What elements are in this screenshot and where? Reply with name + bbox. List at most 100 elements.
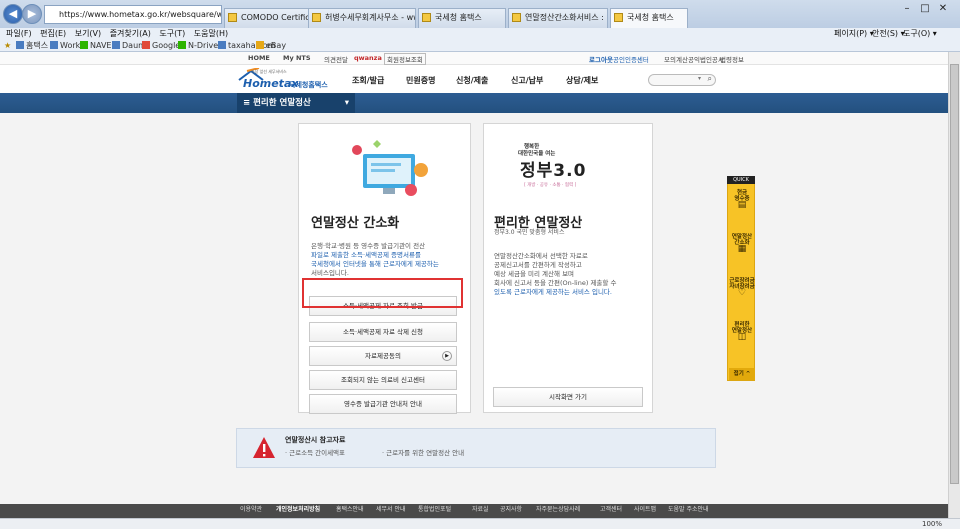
quick-menu: QUICK 현금 영수증 ▤ 연말정산 간소화 ▦ 근로장려금 자녀장려금 ♡ 편리한… (727, 176, 755, 381)
menu-file[interactable]: 파일(F) (6, 29, 32, 38)
forward-button-icon[interactable]: ▶ (22, 4, 42, 24)
browser-tab[interactable]: 국세청 홈택스 (418, 8, 506, 28)
search-icon[interactable]: ⌕ (708, 74, 712, 84)
footer-privacy[interactable]: 개인정보처리방침 (276, 504, 320, 513)
member-info-link[interactable]: 회원정보조회 (384, 53, 426, 65)
start-screen-button[interactable]: 시작화면 가기 (493, 387, 643, 407)
deduction-data-delete-button[interactable]: 소득·세액공제 자료 삭제 신청 (309, 322, 457, 342)
mynts-link[interactable]: My NTS (283, 54, 311, 62)
public-corp-link[interactable]: 공익법인공시 (688, 54, 724, 64)
back-button-icon[interactable]: ◀ (3, 4, 23, 24)
circle-arrow-icon: ▶ (442, 351, 452, 361)
safety-menu[interactable]: 안전(S) ▾ (872, 28, 905, 40)
fav-label: N-Drive (188, 41, 219, 50)
fav-ebay[interactable]: eBay (256, 40, 286, 52)
quick-convenient-yearend[interactable]: 편리한 연말정산 ◫ (729, 322, 755, 342)
menu-edit[interactable]: 편집(E) (40, 29, 66, 38)
search-input[interactable]: ▾ ⌕ (648, 74, 716, 86)
gnb-report[interactable]: 신고/납부 (511, 75, 543, 86)
card-desc-line: 서비스입니다. (311, 269, 349, 277)
gov30-tags: [ 개방 · 공유 · 소통 · 협력 ] (524, 183, 577, 188)
footer-customer-center[interactable]: 고객센터 (600, 504, 622, 513)
quick-collapse-button[interactable]: 접기 ^ (729, 368, 755, 380)
card-subtitle: 정부3.0 국민 맞춤형 서비스 (494, 229, 565, 236)
quick-yearend-simple[interactable]: 연말정산 간소화 ▦ (729, 234, 755, 254)
ref-income-tax-table-link[interactable]: · 근로소득 간이세액표 (285, 449, 345, 458)
minimize-icon[interactable]: – (900, 3, 914, 15)
footer-faq[interactable]: 자주묻는상담사례 (536, 504, 580, 513)
card-desc-line: 파일로 제출한 소득·세액공제 증명서류를 (311, 251, 421, 259)
fav-ndrive[interactable]: N-Drive (178, 40, 218, 52)
browser-statusbar: 100% (0, 518, 960, 529)
footer-corp-portal[interactable]: 통합법인포털 (418, 504, 451, 513)
close-icon[interactable]: ✕ (936, 3, 950, 15)
tab-label: 연말정산간소화서비스 : 네이... (525, 13, 607, 22)
ref-yearend-guide-link[interactable]: · 근로자를 위한 연말정산 안내 (382, 449, 464, 458)
footer-help[interactable]: 도움말 주소안내 (668, 504, 709, 513)
menu-help[interactable]: 도움말(H) (194, 29, 228, 38)
card-desc-line: 예상 세금을 미리 계산해 보며 (494, 270, 575, 278)
hometax-logo[interactable]: Hometax 가장 앞선 세무서비스 국세청홈택스 (237, 67, 329, 92)
footer-library[interactable]: 자료실 (472, 504, 489, 513)
home-link[interactable]: HOME (248, 54, 270, 62)
browser-tab[interactable]: 허병수세무회계사무소 - www.... (308, 8, 416, 28)
fav-daum[interactable]: Daum (112, 40, 146, 52)
issuer-guide-button[interactable]: 영수증 발급기관 안내처 안내 (309, 394, 457, 414)
favicon-icon (178, 41, 186, 49)
tab-favicon-icon (614, 13, 623, 22)
card-desc-line: 은행·학교·병원 등 영수증 발급기관이 전산 (311, 242, 426, 250)
address-bar[interactable]: https://www.hometax.go.kr/websquare/webs… (44, 5, 222, 24)
favorites-star-icon[interactable]: ★ (4, 40, 11, 52)
gnb-certificates[interactable]: 민원증명 (406, 75, 435, 86)
menu-view[interactable]: 보기(V) (75, 29, 101, 38)
menu-tools[interactable]: 도구(T) (159, 29, 185, 38)
convenient-yearend-card: 행복한 대한민국을 여는 정부3.0 [ 개방 · 공유 · 소통 · 협력 ]… (483, 123, 653, 413)
vertical-scrollbar[interactable] (948, 52, 960, 518)
mock-calc-link[interactable]: 모의계산 (664, 54, 688, 64)
law-info-link[interactable]: 법령정보 (720, 54, 744, 64)
favicon-icon (112, 41, 120, 49)
tab-favicon-icon (512, 13, 521, 22)
footer-sitemap[interactable]: 사이트맵 (634, 504, 656, 513)
maximize-icon[interactable]: □ (918, 3, 932, 15)
fav-google[interactable]: Google (142, 40, 180, 52)
gnb-apply[interactable]: 신청/제출 (456, 75, 488, 86)
browser-chrome: ◀ ▶ https://www.hometax.go.kr/websquare/… (0, 0, 960, 52)
card-title: 연말정산 간소화 (311, 216, 400, 231)
page-menu[interactable]: 페이지(P) ▾ (834, 28, 874, 40)
hometax-page: HOME My NTS 의견전달 qwanza 회원정보조회 로그아웃 공인인증… (0, 52, 948, 529)
favicon-icon (16, 41, 24, 49)
tools-menu[interactable]: 도구(O) ▾ (903, 28, 937, 40)
english-link[interactable]: qwanza (354, 54, 382, 62)
zoom-level[interactable]: 100% (922, 520, 942, 528)
browser-tab-active[interactable]: 국세청 홈택스 (610, 8, 688, 28)
data-consent-button[interactable]: 자료제공동의 ▶ (309, 346, 457, 366)
scrollbar-thumb[interactable] (950, 64, 959, 484)
cert-center-link[interactable]: 공인인증센터 (613, 54, 649, 64)
quick-cash-receipt[interactable]: 현금 영수증 ▤ (729, 190, 755, 210)
menu-favorites[interactable]: 즐겨찾기(A) (110, 29, 151, 38)
medical-report-button[interactable]: 조회되지 않는 의료비 신고센터 (309, 370, 457, 390)
dropdown-icon[interactable]: ▾ (698, 75, 701, 82)
chevron-down-icon: ▾ (344, 98, 349, 108)
subnav-bar: ≡ 편리한 연말정산 ▾ (0, 93, 948, 113)
favicon-icon (142, 41, 150, 49)
gnb-consult[interactable]: 상담/제보 (566, 75, 598, 86)
browser-tab[interactable]: 연말정산간소화서비스 : 네이... (508, 8, 608, 28)
receipt-icon: ▤ (737, 200, 747, 210)
footer-terms[interactable]: 이용약관 (240, 504, 262, 513)
subnav-menu-button[interactable]: ≡ 편리한 연말정산 ▾ (237, 93, 355, 113)
quick-title: QUICK (727, 176, 755, 184)
fav-label: Google (152, 41, 181, 50)
subnav-label: ≡ 편리한 연말정산 (243, 98, 311, 108)
footer-notice[interactable]: 공지사항 (500, 504, 522, 513)
quick-earned-income-credit[interactable]: 근로장려금 자녀장려금 ♡ (729, 278, 755, 298)
top-utility-bar: HOME My NTS 의견전달 qwanza 회원정보조회 로그아웃 공인인증… (0, 52, 948, 65)
gnb-inquiry[interactable]: 조회/발급 (352, 75, 384, 86)
reference-title: 연말정산시 참고자료 (285, 436, 346, 444)
opinion-link[interactable]: 의견전달 (324, 54, 348, 64)
footer-taxoffice[interactable]: 세무서 안내 (376, 504, 406, 513)
logout-link[interactable]: 로그아웃 (589, 54, 613, 64)
fav-hometax[interactable]: 홈택스 (16, 40, 48, 52)
footer-hometax-info[interactable]: 홈택스안내 (336, 504, 364, 513)
